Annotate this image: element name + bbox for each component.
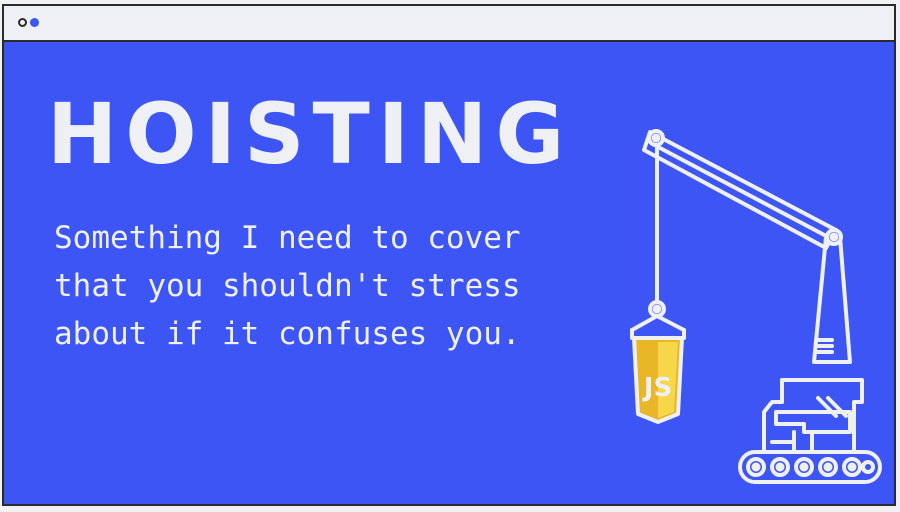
subtitle-line: about if it confuses you. (54, 316, 521, 352)
slide-subtitle: Something I need to cover that you shoul… (54, 214, 614, 358)
subtitle-line: that you shouldn't stress (54, 268, 521, 304)
window-control-dot[interactable] (18, 18, 27, 27)
browser-window: HOISTING Something I need to cover that … (2, 4, 896, 506)
window-control-dot-active[interactable] (30, 18, 39, 27)
slide-content: HOISTING Something I need to cover that … (4, 42, 894, 504)
window-titlebar (4, 6, 894, 42)
subtitle-line: Something I need to cover (54, 220, 521, 256)
slide-title: HOISTING (47, 85, 573, 183)
js-badge-text: JS (642, 373, 672, 403)
crane-stick (812, 235, 852, 364)
js-badge-icon: JS (632, 336, 684, 424)
crane-icon: JS (630, 129, 882, 484)
